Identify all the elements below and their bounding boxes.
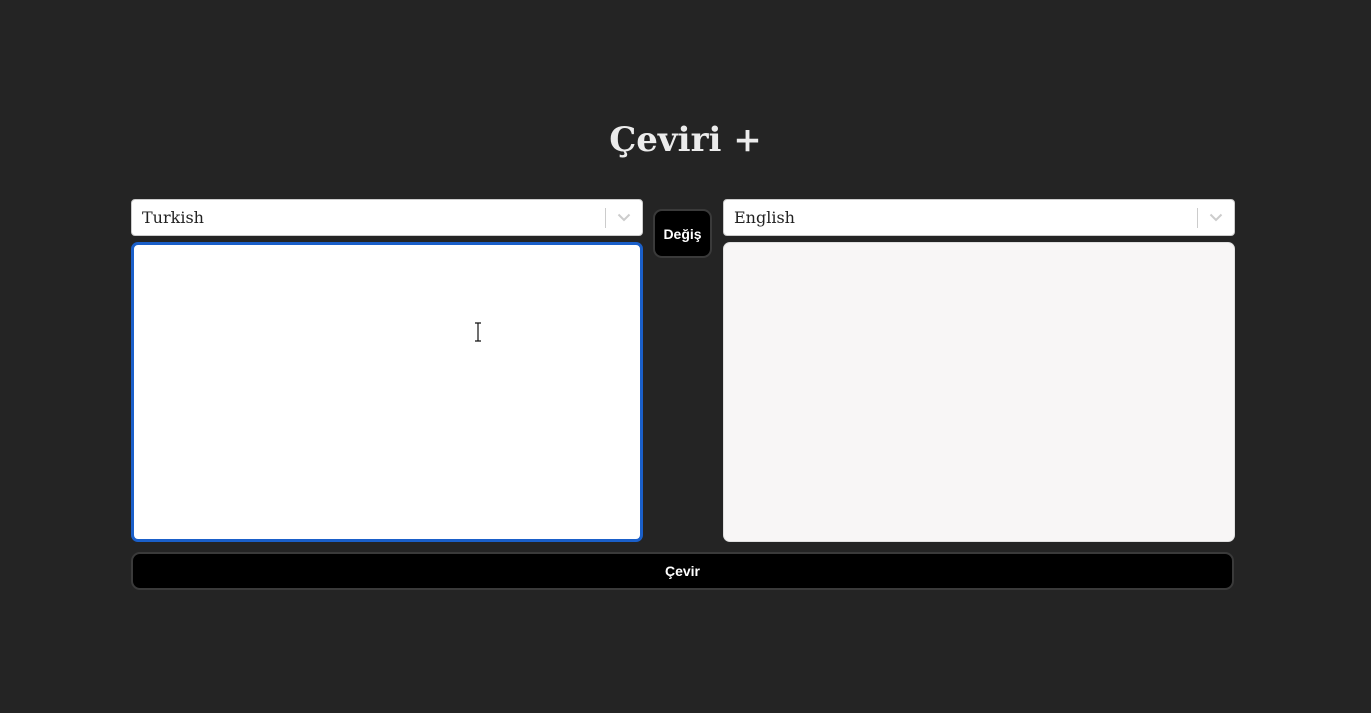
source-text-input[interactable]: [131, 242, 643, 542]
source-language-value: Turkish: [142, 208, 204, 227]
translation-output: [723, 242, 1235, 542]
chevron-down-icon[interactable]: [1198, 200, 1234, 236]
swap-languages-button[interactable]: Değiş: [653, 209, 712, 258]
translate-button[interactable]: Çevir: [131, 552, 1234, 590]
target-language-select[interactable]: English: [723, 199, 1235, 236]
source-language-select[interactable]: Turkish: [131, 199, 643, 236]
page-title: Çeviri +: [609, 120, 762, 160]
chevron-down-icon[interactable]: [606, 200, 642, 236]
target-language-value: English: [734, 208, 795, 227]
